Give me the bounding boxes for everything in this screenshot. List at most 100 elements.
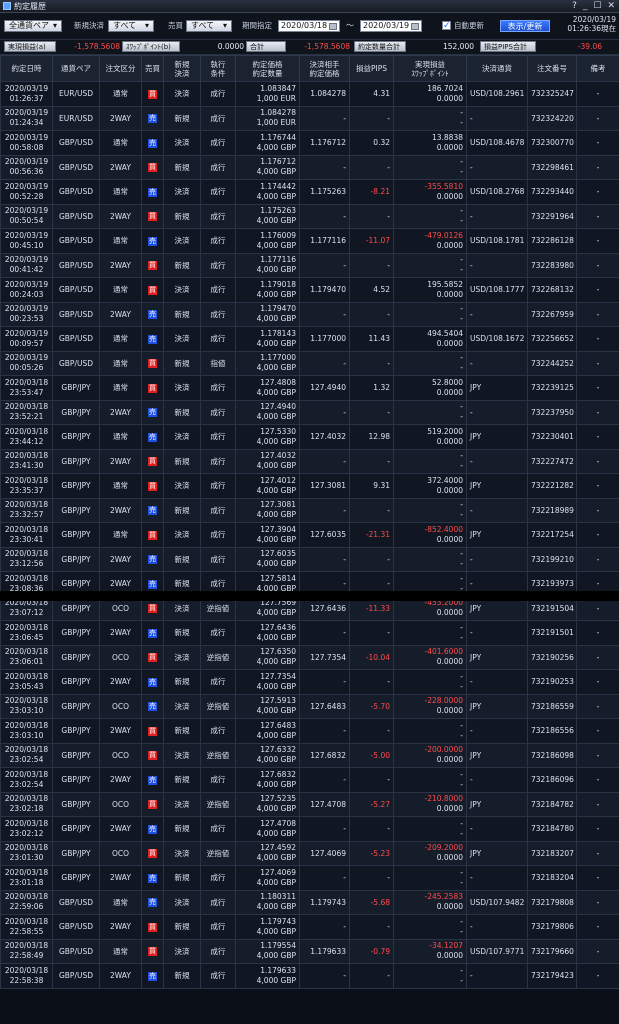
- table-row[interactable]: 2020/03/18 22:59:06 GBP/USD 通常 売 決済 成行 1.180311…: [0, 889, 619, 915]
- table-row[interactable]: 2020/03/18 23:30:41 GBP/JPY 通常 買 決済 成行 127.3904…: [0, 522, 619, 548]
- order-number-text: 732183207: [531, 848, 574, 858]
- table-row[interactable]: 2020/03/18 23:01:18 GBP/JPY 2WAY 売 新規 成行 127.40…: [0, 865, 619, 891]
- table-row[interactable]: 2020/03/19 00:52:28 GBP/USD 通常 売 決済 成行 1.174442…: [0, 179, 619, 205]
- table-row[interactable]: 2020/03/19 01:26:37 EUR/USD 通常 買 決済 成行 1.083847…: [0, 81, 619, 107]
- new-settle-text: 新規: [174, 260, 190, 270]
- column-header[interactable]: 新規 決済: [163, 55, 201, 82]
- cell-counter-price: 1.177000: [299, 326, 350, 352]
- order-kind-text: 2WAY: [110, 628, 131, 638]
- date-from-input[interactable]: 2020/03/18: [278, 20, 340, 32]
- minimize-icon[interactable]: _: [583, 0, 588, 12]
- table-row[interactable]: 2020/03/18 23:05:43 GBP/JPY 2WAY 売 新規 成行 127.73…: [0, 669, 619, 695]
- column-header[interactable]: 実現損益 ｽﾜｯﾌﾟﾎﾟｲﾝﾄ: [393, 55, 467, 82]
- table-row[interactable]: 2020/03/19 00:09:57 GBP/USD 通常 売 決済 成行 1.178143…: [0, 326, 619, 352]
- order-kind-text: OCO: [111, 799, 130, 809]
- column-header[interactable]: 決済通貨: [466, 55, 528, 82]
- table-row[interactable]: 2020/03/18 23:44:12 GBP/JPY 通常 売 決済 成行 127.5330…: [0, 424, 619, 450]
- table-row[interactable]: 2020/03/18 23:02:54 GBP/JPY OCO 買 決済 逆指値 127.63…: [0, 742, 619, 768]
- column-header[interactable]: 売買: [141, 55, 164, 82]
- column-header[interactable]: 通貨ペア: [52, 55, 100, 82]
- total-label: 合計(a+b): [246, 41, 286, 61]
- table-row[interactable]: 2020/03/19 00:58:08 GBP/USD 通常 売 決済 成行 1.176744…: [0, 130, 619, 156]
- table-row[interactable]: 2020/03/18 23:12:56 GBP/JPY 2WAY 売 新規 成行 127.60…: [0, 546, 619, 572]
- cell-price-qty: 127.5235 4,000 GBP: [235, 791, 300, 817]
- table-row[interactable]: 2020/03/18 22:58:49 GBP/USD 通常 買 決済 成行 1.179554…: [0, 938, 619, 964]
- cell-pl-swap: -34.1207 0.0000: [393, 938, 467, 964]
- refresh-button[interactable]: 表示/更新: [500, 20, 550, 32]
- table-row[interactable]: 2020/03/19 00:41:42 GBP/USD 2WAY 買 新規 成行 1.1771…: [0, 252, 619, 278]
- column-header[interactable]: 損益PIPS: [349, 55, 394, 82]
- side-select[interactable]: すべて ▾: [186, 20, 232, 32]
- table-row[interactable]: 2020/03/18 23:02:12 GBP/JPY 2WAY 売 新規 成行 127.47…: [0, 816, 619, 842]
- table-row[interactable]: 2020/03/18 22:58:38 GBP/USD 2WAY 売 新規 成行 1.1796…: [0, 963, 619, 989]
- exec-qty: 4,000 GBP: [256, 338, 296, 348]
- table-row[interactable]: 2020/03/18 22:58:55 GBP/USD 2WAY 買 新規 成行 1.1797…: [0, 914, 619, 940]
- table-row[interactable]: 2020/03/18 23:01:30 GBP/JPY OCO 買 決済 逆指値 127.45…: [0, 840, 619, 866]
- datetime-stack: 2020/03/18 23:06:45: [3, 623, 50, 643]
- table-row[interactable]: 2020/03/19 00:45:10 GBP/USD 通常 売 決済 成行 1.176009…: [0, 228, 619, 254]
- pair-select[interactable]: 全通貨ペア ▾: [4, 20, 62, 32]
- datetime-stack: 2020/03/18 23:32:57: [3, 500, 50, 520]
- table-row[interactable]: 2020/03/18 23:53:47 GBP/JPY 通常 買 決済 成行 127.4808…: [0, 375, 619, 401]
- calendar-icon[interactable]: [329, 22, 337, 30]
- table-row[interactable]: 2020/03/18 23:32:57 GBP/JPY 2WAY 売 新規 成行 127.30…: [0, 497, 619, 523]
- order-number-text: 732227472: [531, 456, 574, 466]
- realized-pl: -852.4000: [424, 524, 464, 534]
- exec-time: 23:30:41: [9, 534, 44, 544]
- table-row[interactable]: 2020/03/19 00:05:26 GBP/USD 通常 買 新規 指値 1.177000…: [0, 350, 619, 376]
- column-header[interactable]: 執行 条件: [200, 55, 236, 82]
- cell-new-settle: 新規: [163, 669, 201, 695]
- table-row[interactable]: 2020/03/19 01:24:34 EUR/USD 2WAY 売 新規 成行 1.0842…: [0, 105, 619, 131]
- column-header[interactable]: 備考: [576, 55, 619, 82]
- table-row[interactable]: 2020/03/18 23:35:37 GBP/JPY 通常 買 決済 成行 127.4012…: [0, 473, 619, 499]
- new-settle-select[interactable]: すべて ▾: [108, 20, 154, 32]
- table-row[interactable]: 2020/03/18 23:03:10 GBP/JPY OCO 売 決済 逆指値 127.59…: [0, 693, 619, 719]
- table-row[interactable]: 2020/03/18 23:41:30 GBP/JPY 2WAY 買 新規 成行 127.40…: [0, 448, 619, 474]
- close-icon[interactable]: ✕: [607, 0, 615, 12]
- new-settle-text: 決済: [174, 652, 190, 662]
- exec-date: 2020/03/18: [4, 769, 49, 779]
- table-row[interactable]: 2020/03/19 00:23:53 GBP/USD 2WAY 売 新規 成行 1.1794…: [0, 301, 619, 327]
- swap-point: 0.0000: [436, 142, 463, 152]
- table-row[interactable]: 2020/03/18 23:02:18 GBP/JPY OCO 買 決済 逆指値 127.52…: [0, 791, 619, 817]
- exec-price: 127.5330: [260, 426, 296, 436]
- table-row[interactable]: 2020/03/18 23:06:01 GBP/JPY OCO 買 決済 逆指値 127.63…: [0, 644, 619, 670]
- table-row[interactable]: 2020/03/19 00:24:03 GBP/USD 通常 買 決済 成行 1.179018…: [0, 277, 619, 303]
- settle-currency-text: USD/108.2961: [470, 89, 525, 99]
- cell-new-settle: 決済: [163, 938, 201, 964]
- cell-order-number: 732186559: [527, 693, 577, 719]
- cell-note: -: [576, 767, 619, 793]
- date-to-input[interactable]: 2020/03/19: [360, 20, 422, 32]
- order-kind-text: 2WAY: [110, 554, 131, 564]
- maximize-icon[interactable]: ☐: [593, 0, 601, 12]
- cell-pl-swap: --: [393, 203, 467, 229]
- column-header[interactable]: 約定価格 約定数量: [235, 55, 300, 82]
- price-qty-stack: 127.7569 4,000 GBP: [238, 598, 296, 618]
- column-header[interactable]: 決済相手 約定価格: [299, 55, 350, 82]
- table-row[interactable]: 2020/03/19 00:50:54 GBP/USD 2WAY 買 新規 成行 1.1752…: [0, 203, 619, 229]
- pair-text: GBP/JPY: [61, 579, 91, 589]
- table-row[interactable]: 2020/03/18 23:03:10 GBP/JPY 2WAY 買 新規 成行 127.64…: [0, 718, 619, 744]
- table-row[interactable]: 2020/03/18 23:06:45 GBP/JPY 2WAY 売 新規 成行 127.64…: [0, 620, 619, 646]
- table-row[interactable]: 2020/03/18 23:52:21 GBP/JPY 2WAY 売 新規 成行 127.49…: [0, 399, 619, 425]
- exec-price: 1.180311: [260, 892, 296, 902]
- table-row[interactable]: 2020/03/19 00:56:36 GBP/USD 2WAY 買 新規 成行 1.1767…: [0, 154, 619, 180]
- cell-pair: GBP/JPY: [52, 644, 100, 670]
- auto-update-checkbox[interactable]: ✓: [442, 21, 451, 31]
- datetime-stack: 2020/03/18 23:41:30: [3, 451, 50, 471]
- condition-text: 成行: [210, 211, 226, 221]
- cell-order-number: 732179660: [527, 938, 577, 964]
- column-header[interactable]: 注文番号: [527, 55, 577, 82]
- column-header[interactable]: 注文区分: [99, 55, 142, 82]
- total-value: -1,578.5608: [304, 42, 350, 51]
- help-icon[interactable]: ?: [572, 0, 577, 12]
- cell-order-kind: 2WAY: [99, 203, 142, 229]
- exec-price: 127.5814: [260, 573, 296, 583]
- calendar-icon[interactable]: [411, 22, 419, 30]
- column-header[interactable]: 約定日時: [0, 55, 53, 82]
- summary-bar: 実現損益(a) -1,578.5608 ｽﾜｯﾌﾟﾎﾟｲﾝﾄ(b) 0.0000…: [0, 40, 619, 61]
- pl-swap-stack: --: [396, 402, 463, 422]
- cell-exec-datetime: 2020/03/19 00:52:28: [0, 179, 53, 205]
- table-row[interactable]: 2020/03/18 23:02:54 GBP/JPY 2WAY 売 新規 成行 127.68…: [0, 767, 619, 793]
- new-settle-text: 新規: [174, 505, 190, 515]
